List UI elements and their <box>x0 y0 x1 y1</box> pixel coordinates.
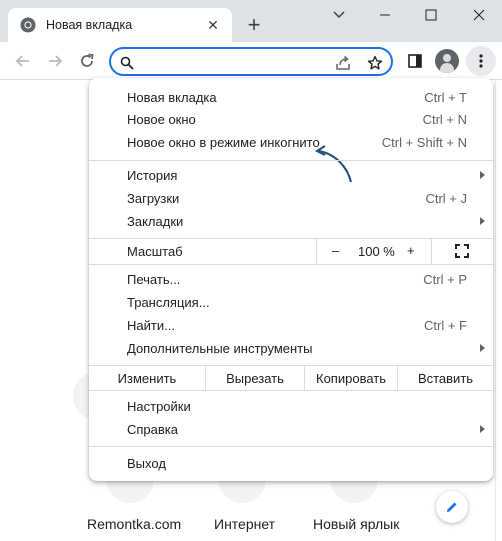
menu-item-label: Новое окно <box>127 112 196 127</box>
minimize-button[interactable] <box>362 0 408 30</box>
menu-separator <box>89 446 493 447</box>
back-arrow-icon[interactable] <box>12 50 34 72</box>
menu-item-label: Новая вкладка <box>127 90 217 105</box>
menu-item-label: Справка <box>127 422 178 437</box>
menu-separator <box>89 160 493 161</box>
menu-item-more-tools[interactable]: Дополнительные инструменты <box>89 337 493 360</box>
menu-item-bookmarks[interactable]: Закладки <box>89 210 493 233</box>
menu-item-label: Выход <box>127 456 166 471</box>
tab-new-tab[interactable]: Новая вкладка ✕ <box>8 8 232 42</box>
address-bar[interactable] <box>109 47 393 76</box>
menu-item-label: Трансляция... <box>127 295 210 310</box>
menu-item-settings[interactable]: Настройки <box>89 395 493 418</box>
paste-button[interactable]: Вставить <box>398 366 493 390</box>
shortcut-label-remontka[interactable]: Remontka.com <box>87 516 181 532</box>
submenu-arrow-icon <box>480 217 485 225</box>
forward-arrow-icon[interactable] <box>44 50 66 72</box>
tab-title: Новая вкладка <box>46 18 133 32</box>
menu-item-shortcut: Ctrl + Shift + N <box>381 135 467 150</box>
menu-item-downloads[interactable]: Загрузки Ctrl + J <box>89 187 493 210</box>
tab-close-icon[interactable]: ✕ <box>204 16 222 34</box>
title-bar: Новая вкладка ✕ + <box>0 0 502 42</box>
menu-separator <box>89 390 493 391</box>
menu-item-shortcut: Ctrl + J <box>425 191 467 206</box>
close-window-button[interactable] <box>456 0 502 30</box>
fullscreen-icon <box>455 244 469 258</box>
menu-item-help[interactable]: Справка <box>89 418 493 441</box>
menu-item-label: Настройки <box>127 399 191 414</box>
zoom-in-button[interactable]: + <box>407 243 415 258</box>
submenu-arrow-icon <box>480 425 485 433</box>
menu-item-shortcut: Ctrl + F <box>424 318 467 333</box>
bookmark-star-icon[interactable] <box>366 54 384 72</box>
side-panel-icon[interactable] <box>404 50 426 72</box>
copy-button[interactable]: Копировать <box>305 366 397 390</box>
menu-item-label: Загрузки <box>127 191 180 206</box>
menu-separator <box>89 264 493 265</box>
menu-item-label: Печать... <box>127 272 181 287</box>
maximize-button[interactable] <box>408 0 454 30</box>
menu-item-exit[interactable]: Выход <box>89 452 493 475</box>
fullscreen-button[interactable] <box>431 239 493 264</box>
customize-pencil-button[interactable] <box>436 491 468 523</box>
reload-icon[interactable] <box>76 50 98 72</box>
shortcut-label-new[interactable]: Новый ярлык <box>313 516 399 532</box>
zoom-label: Масштаб <box>127 244 183 259</box>
menu-item-history[interactable]: История <box>89 164 493 187</box>
submenu-arrow-icon <box>480 344 485 352</box>
menu-item-label: Найти... <box>127 318 175 333</box>
menu-item-new-tab[interactable]: Новая вкладка Ctrl + T <box>89 86 493 109</box>
zoom-value: 100 % <box>358 244 395 259</box>
edit-row: Изменить Вырезать Копировать Вставить <box>89 366 493 390</box>
menu-item-label: Новое окно в режиме инкогнито <box>127 135 320 150</box>
profile-avatar-icon[interactable] <box>435 49 459 73</box>
menu-item-label: Дополнительные инструменты <box>127 341 313 356</box>
more-menu-icon-active[interactable] <box>473 53 489 72</box>
menu-item-label: История <box>127 168 178 183</box>
menu-item-shortcut: Ctrl + P <box>423 272 467 287</box>
menu-item-new-window[interactable]: Новое окно Ctrl + N <box>89 108 493 131</box>
zoom-out-button[interactable]: – <box>332 243 339 258</box>
menu-item-label: Закладки <box>127 214 184 229</box>
menu-item-find[interactable]: Найти... Ctrl + F <box>89 314 493 337</box>
chrome-main-menu: Новая вкладка Ctrl + T Новое окно Ctrl +… <box>89 78 493 481</box>
page-edge <box>495 80 502 541</box>
search-icon <box>118 54 136 72</box>
edit-label: Изменить <box>117 370 177 386</box>
share-icon[interactable] <box>334 54 352 72</box>
cut-button[interactable]: Вырезать <box>206 366 304 390</box>
menu-item-shortcut: Ctrl + T <box>424 90 467 105</box>
menu-item-print[interactable]: Печать... Ctrl + P <box>89 268 493 291</box>
submenu-arrow-icon <box>480 171 485 179</box>
menu-item-shortcut: Ctrl + N <box>422 112 467 127</box>
menu-item-incognito[interactable]: Новое окно в режиме инкогнито Ctrl + Shi… <box>89 131 493 154</box>
zoom-controls: – 100 % + <box>316 239 431 264</box>
shortcut-label-internet[interactable]: Интернет <box>214 516 275 532</box>
chrome-logo-icon <box>20 17 36 33</box>
menu-item-cast[interactable]: Трансляция... <box>89 291 493 314</box>
new-tab-button[interactable]: + <box>243 14 265 36</box>
pencil-icon <box>447 502 457 512</box>
tab-search-chevron-icon[interactable] <box>316 0 362 30</box>
zoom-row: Масштаб – 100 % + <box>89 239 493 264</box>
